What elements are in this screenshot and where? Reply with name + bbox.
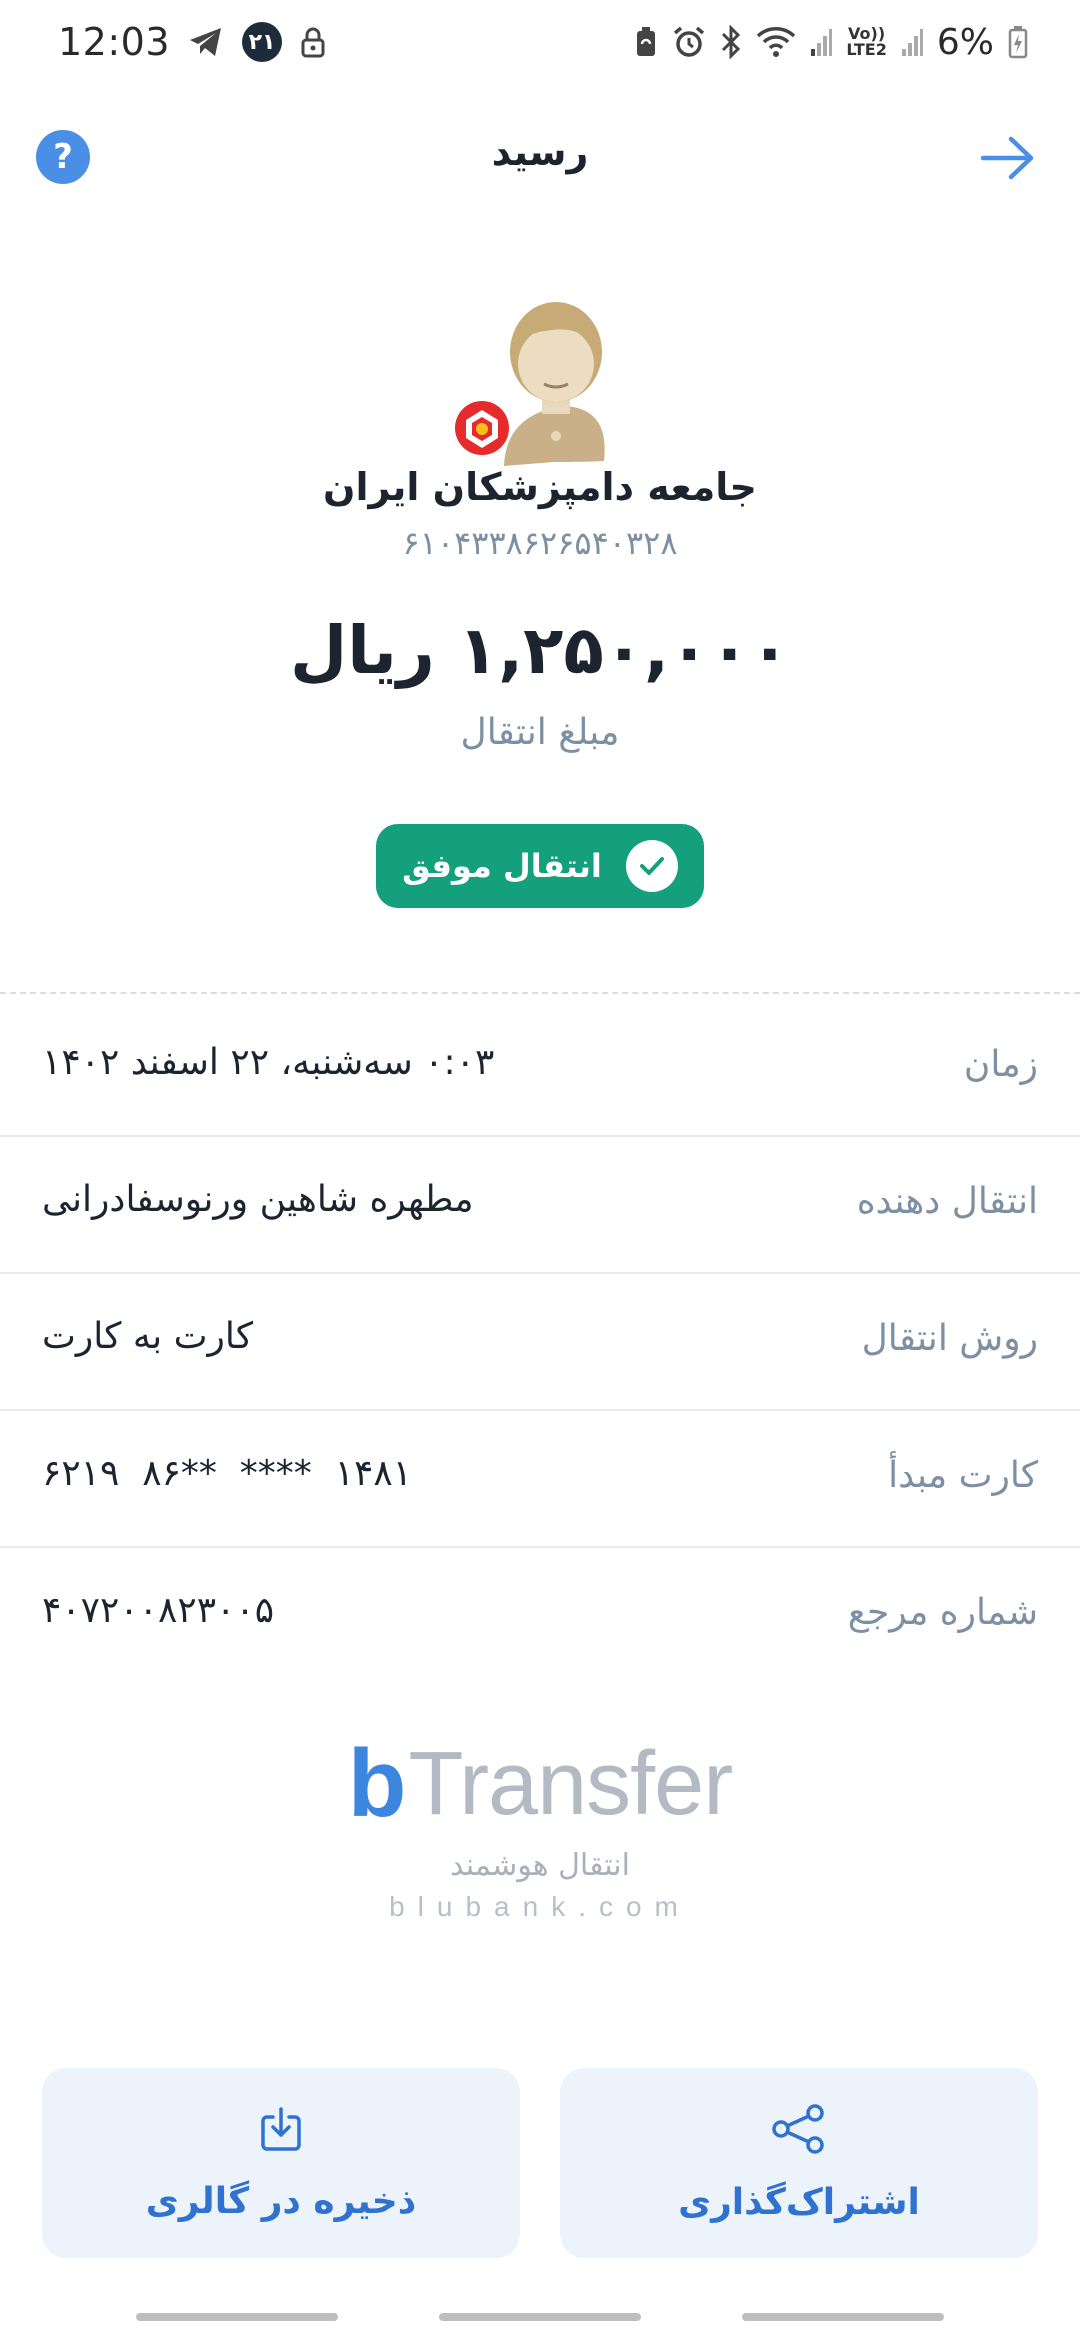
clock: 12:03 (58, 20, 171, 64)
detail-row-reference: شماره مرجع ۴۰۷۲۰۰۸۲۳۰۰۵ (0, 1548, 1080, 1685)
share-icon (772, 2103, 824, 2154)
detail-label: انتقال دهنده (856, 1181, 1038, 1222)
detail-value: ۴۰۷۲۰۰۸۲۳۰۰۵ (42, 1590, 275, 1631)
arrow-right-icon (980, 136, 1034, 180)
detail-row-sender: انتقال دهنده مطهره شاهین ورنوسفادرانی (0, 1137, 1080, 1274)
nav-handle-left[interactable] (136, 2313, 338, 2321)
recipient-card-number: ۶۱۰۴۳۳۸۶۲۶۵۴۰۳۲۸ (402, 524, 678, 562)
detail-value: مطهره شاهین ورنوسفادرانی (42, 1179, 474, 1220)
signal-bars-icon-2 (901, 27, 923, 57)
detail-row-time: زمان ۰:۰۳ سه‌شنبه، ۲۲ اسفند ۱۴۰۲ (0, 1000, 1080, 1137)
receipt-details: زمان ۰:۰۳ سه‌شنبه، ۲۲ اسفند ۱۴۰۲ انتقال … (0, 1000, 1080, 1685)
notification-badge: ۲۱ (242, 22, 283, 62)
gesture-nav-bar (0, 2313, 1080, 2321)
detail-label: شماره مرجع (847, 1592, 1038, 1633)
brand-tagline: انتقال هوشمند (450, 1848, 630, 1883)
detail-label: کارت مبدأ (888, 1455, 1038, 1496)
detail-label: روش انتقال (861, 1318, 1038, 1359)
dashed-divider (0, 992, 1080, 994)
wifi-icon (756, 26, 796, 58)
network-label-bottom: LTE2 (846, 40, 887, 59)
btransfer-brand: b Transfer انتقال هوشمند blubank.com (0, 1736, 1080, 1923)
recipient-avatar (454, 296, 626, 466)
detail-row-source-card: کارت مبدأ ۶۲۱۹ ۸۶** **** ۱۴۸۱ (0, 1411, 1080, 1548)
telegram-icon (188, 26, 224, 58)
status-badge: انتقال موفق (376, 824, 704, 908)
brand-name: Transfer (408, 1734, 733, 1834)
transfer-amount-label: مبلغ انتقال (460, 712, 620, 753)
recipient-name: جامعه دامپزشکان ایران (323, 465, 757, 509)
alarm-icon (672, 25, 706, 59)
network-type-label: Vo)) LTE2 (846, 26, 887, 58)
detail-row-method: روش انتقال کارت به کارت (0, 1274, 1080, 1411)
nav-handle-center[interactable] (439, 2313, 641, 2321)
bluetooth-icon (720, 25, 742, 59)
share-button[interactable]: اشتراک‌گذاری (560, 2068, 1038, 2258)
btransfer-logo: b Transfer (0, 1730, 1080, 1837)
brand-url: blubank.com (389, 1891, 691, 1922)
battery-saver-icon (634, 26, 658, 58)
header: ? رسید (0, 100, 1080, 212)
status-bar-right: Vo)) LTE2 6% (634, 22, 1028, 63)
detail-label: زمان (963, 1044, 1038, 1085)
download-icon (261, 2106, 301, 2151)
lock-icon (300, 26, 326, 58)
battery-percentage: 6% (936, 21, 994, 63)
back-button[interactable] (976, 126, 1040, 190)
status-bar: 12:03 ۲۱ Vo)) LTE2 6% (0, 0, 1080, 84)
action-buttons: ذخیره در گالری اشتراک‌گذاری (42, 2068, 1038, 2258)
battery-charging-icon (1008, 25, 1028, 59)
brand-b: b (347, 1730, 407, 1837)
check-icon (625, 840, 678, 892)
share-label: اشتراک‌گذاری (678, 2181, 920, 2223)
detail-value: کارت به کارت (42, 1316, 253, 1357)
save-to-gallery-button[interactable]: ذخیره در گالری (42, 2068, 520, 2258)
status-bar-left: 12:03 ۲۱ (58, 20, 326, 64)
signal-bars-icon (810, 27, 833, 57)
page-title: رسید (491, 130, 589, 174)
bank-logo-icon (455, 401, 509, 455)
transfer-amount: ۱,۲۵۰,۰۰۰ ریال (290, 612, 790, 689)
save-to-gallery-label: ذخیره در گالری (145, 2180, 417, 2222)
detail-value: ۰:۰۳ سه‌شنبه، ۲۲ اسفند ۱۴۰۲ (42, 1042, 495, 1083)
nav-handle-right[interactable] (742, 2313, 944, 2321)
status-label: انتقال موفق (402, 847, 602, 885)
detail-value: ۶۲۱۹ ۸۶** **** ۱۴۸۱ (42, 1453, 413, 1494)
